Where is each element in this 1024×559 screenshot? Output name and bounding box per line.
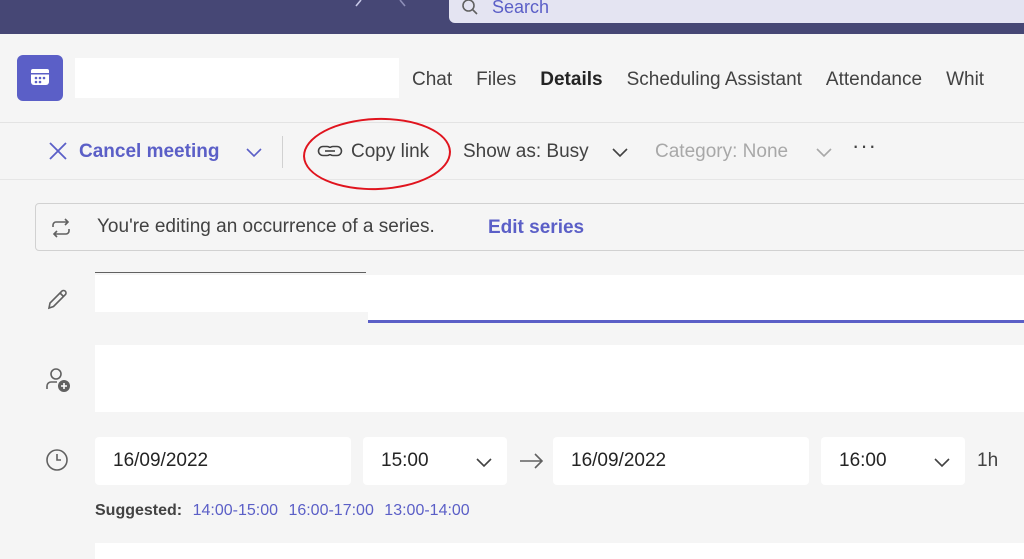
chevron-down-icon[interactable]: [475, 453, 493, 471]
arrow-right-icon: [520, 453, 544, 469]
tab-bar: Chat Files Details Scheduling Assistant …: [412, 68, 1008, 92]
search-input[interactable]: Search: [449, 0, 1024, 23]
title-field[interactable]: [95, 272, 1024, 325]
suggested-slot[interactable]: 16:00-17:00: [288, 502, 373, 519]
end-time-value: 16:00: [839, 450, 887, 471]
title-field-mask: [95, 312, 368, 325]
show-as-dropdown[interactable]: Show as: Busy: [463, 140, 589, 164]
tab-files[interactable]: Files: [476, 68, 516, 92]
suggested-slot[interactable]: 13:00-14:00: [384, 502, 469, 519]
next-field[interactable]: [95, 543, 1024, 559]
suggested-label: Suggested:: [95, 502, 183, 519]
start-date-value: 16/09/2022: [113, 450, 209, 471]
chevron-down-icon[interactable]: [814, 142, 834, 162]
forward-arrow-icon[interactable]: [396, 0, 418, 14]
calendar-icon: [17, 55, 63, 101]
series-banner: You're editing an occurrence of a series…: [35, 203, 1024, 251]
meeting-title-box: [75, 58, 399, 98]
search-placeholder: Search: [492, 0, 550, 17]
top-app-bar: Search: [0, 0, 1024, 34]
title-field-focus-underline: [368, 320, 1024, 323]
add-person-icon: [46, 368, 70, 392]
suggested-slot[interactable]: 14:00-15:00: [193, 502, 278, 519]
cancel-meeting-button[interactable]: Cancel meeting: [79, 140, 219, 164]
back-arrow-icon[interactable]: [352, 0, 374, 14]
tab-scheduling-assistant[interactable]: Scheduling Assistant: [627, 68, 802, 92]
close-icon[interactable]: [47, 140, 69, 162]
toolbar-divider: [282, 136, 283, 168]
repeat-icon: [52, 218, 70, 238]
start-time-dropdown[interactable]: 15:00: [363, 437, 507, 485]
clock-icon: [46, 449, 68, 471]
tab-whiteboard[interactable]: Whit: [946, 68, 984, 92]
search-icon: [462, 0, 478, 15]
copy-link-button[interactable]: Copy link: [351, 140, 429, 164]
start-date-field[interactable]: 16/09/2022: [95, 437, 351, 485]
tab-chat[interactable]: Chat: [412, 68, 452, 92]
end-time-dropdown[interactable]: 16:00: [821, 437, 965, 485]
chevron-down-icon[interactable]: [933, 453, 951, 471]
tab-attendance[interactable]: Attendance: [826, 68, 922, 92]
duration-label: 1h: [977, 450, 999, 471]
end-date-value: 16/09/2022: [571, 450, 667, 471]
attendees-field[interactable]: [95, 345, 1024, 412]
end-date-field[interactable]: 16/09/2022: [553, 437, 809, 485]
chevron-down-icon[interactable]: [610, 142, 630, 162]
edit-series-link[interactable]: Edit series: [488, 217, 584, 239]
meeting-header: Chat Files Details Scheduling Assistant …: [0, 34, 1024, 123]
title-field-top-line: [95, 272, 366, 273]
chevron-down-icon[interactable]: [244, 142, 264, 162]
more-options-button[interactable]: ···: [852, 134, 877, 158]
tab-details[interactable]: Details: [540, 68, 602, 92]
meeting-toolbar: Cancel meeting Copy link Show as: Busy C…: [0, 124, 1024, 180]
series-banner-text: You're editing an occurrence of a series…: [97, 216, 435, 237]
link-icon: [317, 145, 343, 157]
suggested-times: Suggested: 14:00-15:00 16:00-17:00 13:00…: [95, 502, 476, 520]
start-time-value: 15:00: [381, 450, 429, 471]
category-dropdown[interactable]: Category: None: [655, 140, 788, 164]
pencil-icon: [47, 289, 67, 310]
